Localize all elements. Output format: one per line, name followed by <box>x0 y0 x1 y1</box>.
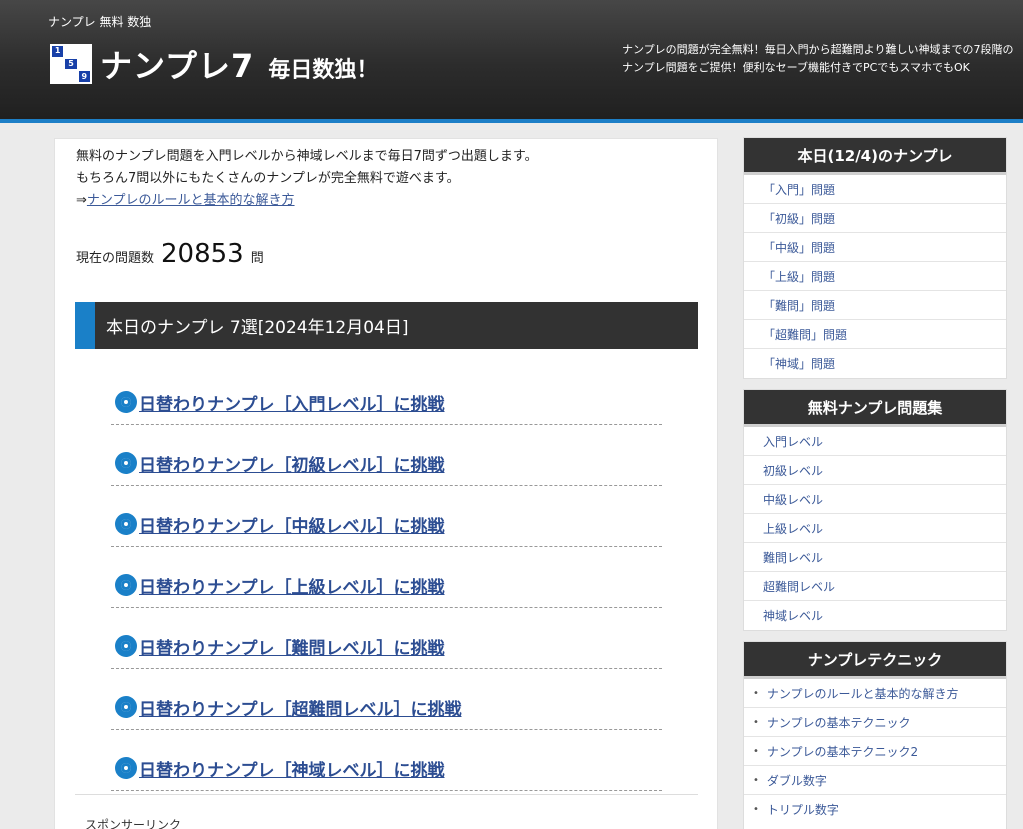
circle-bullet-icon <box>115 452 137 474</box>
sidebar-today-list: 「入門」問題 「初級」問題 「中級」問題 「上級」問題 「難問」問題 「超難問」… <box>744 175 1006 378</box>
sidebar-technique-list: ナンプレのルールと基本的な解き方 ナンプレの基本テクニック ナンプレの基本テクニ… <box>744 679 1006 824</box>
logo-digit: 5 <box>65 58 77 70</box>
sidebar-item: 中級レベル <box>744 485 1006 514</box>
section-title: 本日のナンプレ 7選[2024年12月04日] <box>106 318 409 338</box>
daily-link-hard[interactable]: 日替わりナンプレ［難問レベル］に挑戦 <box>139 634 445 659</box>
sidebar-collection-box: 無料ナンプレ問題集 入門レベル 初級レベル 中級レベル 上級レベル 難問レベル … <box>743 389 1007 631</box>
logo-digit: 1 <box>52 46 64 57</box>
sidebar-item: 「初級」問題 <box>744 204 1006 233</box>
count-label: 現在の問題数 <box>76 251 155 266</box>
sudoku-grid-icon: 1 5 9 <box>50 44 92 84</box>
circle-bullet-icon <box>115 696 137 718</box>
sidebar-heading: 無料ナンプレ問題集 <box>744 390 1006 427</box>
list-item: 日替わりナンプレ［上級レベル］に挑戦 <box>111 547 662 608</box>
sidebar-item: ナンプレの基本テクニック2 <box>744 737 1006 766</box>
daily-puzzle-list: 日替わりナンプレ［入門レベル］に挑戦 日替わりナンプレ［初級レベル］に挑戦 日替… <box>111 364 662 791</box>
circle-bullet-icon <box>115 391 137 413</box>
sidebar-item: 上級レベル <box>744 514 1006 543</box>
sidebar-link-technique-basic2[interactable]: ナンプレの基本テクニック2 <box>767 743 918 760</box>
main-content: 無料のナンプレ問題を入門レベルから神域レベルまで毎日7問ずつ出題します。 もちろ… <box>54 138 718 829</box>
list-item: 日替わりナンプレ［中級レベル］に挑戦 <box>111 486 662 547</box>
list-item: 日替わりナンプレ［初級レベル］に挑戦 <box>111 425 662 486</box>
sidebar-item: 「神域」問題 <box>744 349 1006 378</box>
list-item: 日替わりナンプレ［難問レベル］に挑戦 <box>111 608 662 669</box>
sidebar-link-today-hard[interactable]: 「難問」問題 <box>763 297 835 314</box>
sidebar-item: ダブル数字 <box>744 766 1006 795</box>
divider <box>75 794 698 795</box>
sidebar-collection-list: 入門レベル 初級レベル 中級レベル 上級レベル 難問レベル 超難問レベル 神域レ… <box>744 427 1006 630</box>
sidebar-technique-box: ナンプレテクニック ナンプレのルールと基本的な解き方 ナンプレの基本テクニック … <box>743 641 1007 829</box>
rules-link[interactable]: ナンプレのルールと基本的な解き方 <box>87 193 295 208</box>
circle-bullet-icon <box>115 757 137 779</box>
daily-link-beginner[interactable]: 日替わりナンプレ［初級レベル］に挑戦 <box>139 451 445 476</box>
sidebar-today-box: 本日(12/4)のナンプレ 「入門」問題 「初級」問題 「中級」問題 「上級」問… <box>743 137 1007 379</box>
circle-bullet-icon <box>115 635 137 657</box>
sidebar-heading: 本日(12/4)のナンプレ <box>744 138 1006 175</box>
sidebar-item: 初級レベル <box>744 456 1006 485</box>
sidebar-link-level-intro[interactable]: 入門レベル <box>763 433 823 450</box>
sidebar-link-today-beginner[interactable]: 「初級」問題 <box>763 210 835 227</box>
daily-link-very-hard[interactable]: 日替わりナンプレ［超難問レベル］に挑戦 <box>139 695 462 720</box>
problem-count: 現在の問題数 20853 問 <box>76 239 264 269</box>
daily-link-divine[interactable]: 日替わりナンプレ［神域レベル］に挑戦 <box>139 756 445 781</box>
daily-link-advanced[interactable]: 日替わりナンプレ［上級レベル］に挑戦 <box>139 573 445 598</box>
header-description: ナンプレの問題が完全無料！毎日入門から超難問より難しい神域までの7段階のナンプレ… <box>622 43 1014 74</box>
sidebar-link-technique-triple[interactable]: トリプル数字 <box>767 801 839 818</box>
sidebar-link-level-beginner[interactable]: 初級レベル <box>763 462 823 479</box>
list-item: 日替わりナンプレ［神域レベル］に挑戦 <box>111 730 662 791</box>
sidebar-link-level-intermediate[interactable]: 中級レベル <box>763 491 823 508</box>
logo-title: ナンプレ7 <box>100 47 255 85</box>
sidebar-link-today-intro[interactable]: 「入門」問題 <box>763 181 835 198</box>
sidebar-item: 難問レベル <box>744 543 1006 572</box>
daily-link-intermediate[interactable]: 日替わりナンプレ［中級レベル］に挑戦 <box>139 512 445 537</box>
sidebar-item: トリプル数字 <box>744 795 1006 824</box>
daily-link-intro[interactable]: 日替わりナンプレ［入門レベル］に挑戦 <box>139 390 445 415</box>
sidebar-heading: ナンプレテクニック <box>744 642 1006 679</box>
sidebar-link-today-very-hard[interactable]: 「超難問」問題 <box>763 326 847 343</box>
sidebar-link-technique-rules[interactable]: ナンプレのルールと基本的な解き方 <box>767 685 959 702</box>
count-value: 20853 <box>161 239 244 269</box>
circle-bullet-icon <box>115 574 137 596</box>
site-logo[interactable]: 1 5 9 ナンプレ7 毎日数独！ <box>50 41 378 87</box>
sidebar-item: 神域レベル <box>744 601 1006 630</box>
sidebar-link-level-very-hard[interactable]: 超難問レベル <box>763 578 835 595</box>
header-accent-bar <box>0 119 1023 123</box>
sidebar-link-technique-double[interactable]: ダブル数字 <box>767 772 827 789</box>
list-item: 日替わりナンプレ［超難問レベル］に挑戦 <box>111 669 662 730</box>
sidebar-item: ナンプレのルールと基本的な解き方 <box>744 679 1006 708</box>
arrow-prefix: ⇒ <box>76 193 87 208</box>
sidebar-item: 入門レベル <box>744 427 1006 456</box>
sidebar-link-level-divine[interactable]: 神域レベル <box>763 607 823 624</box>
count-unit: 問 <box>250 251 264 266</box>
logo-subtitle: 毎日数独！ <box>268 58 379 83</box>
sidebar-item: 「上級」問題 <box>744 262 1006 291</box>
sidebar-link-today-divine[interactable]: 「神域」問題 <box>763 355 835 372</box>
section-heading: 本日のナンプレ 7選[2024年12月04日] <box>75 302 698 349</box>
sidebar-link-today-advanced[interactable]: 「上級」問題 <box>763 268 835 285</box>
sidebar-link-level-hard[interactable]: 難問レベル <box>763 549 823 566</box>
intro-line: もちろん7問以外にもたくさんのナンプレが完全無料で遊べます。 <box>76 171 460 186</box>
sidebar-item: 「超難問」問題 <box>744 320 1006 349</box>
logo-digit: 9 <box>78 71 90 82</box>
sidebar-item: 「難問」問題 <box>744 291 1006 320</box>
sidebar-item: 「入門」問題 <box>744 175 1006 204</box>
sidebar-link-technique-basic[interactable]: ナンプレの基本テクニック <box>767 714 911 731</box>
list-item: 日替わりナンプレ［入門レベル］に挑戦 <box>111 364 662 425</box>
circle-bullet-icon <box>115 513 137 535</box>
site-tagline: ナンプレ 無料 数独 <box>48 15 152 29</box>
site-header: ナンプレ 無料 数独 1 5 9 ナンプレ7 毎日数独！ ナンプレの問題が完全無… <box>0 0 1023 119</box>
sidebar-link-today-intermediate[interactable]: 「中級」問題 <box>763 239 835 256</box>
intro-text: 無料のナンプレ問題を入門レベルから神域レベルまで毎日7問ずつ出題します。 もちろ… <box>76 146 538 212</box>
sponsor-label: スポンサーリンク <box>85 818 182 829</box>
sidebar-link-level-advanced[interactable]: 上級レベル <box>763 520 823 537</box>
intro-line: 無料のナンプレ問題を入門レベルから神域レベルまで毎日7問ずつ出題します。 <box>76 149 538 164</box>
sidebar-item: ナンプレの基本テクニック <box>744 708 1006 737</box>
sidebar-item: 超難問レベル <box>744 572 1006 601</box>
sidebar-item: 「中級」問題 <box>744 233 1006 262</box>
